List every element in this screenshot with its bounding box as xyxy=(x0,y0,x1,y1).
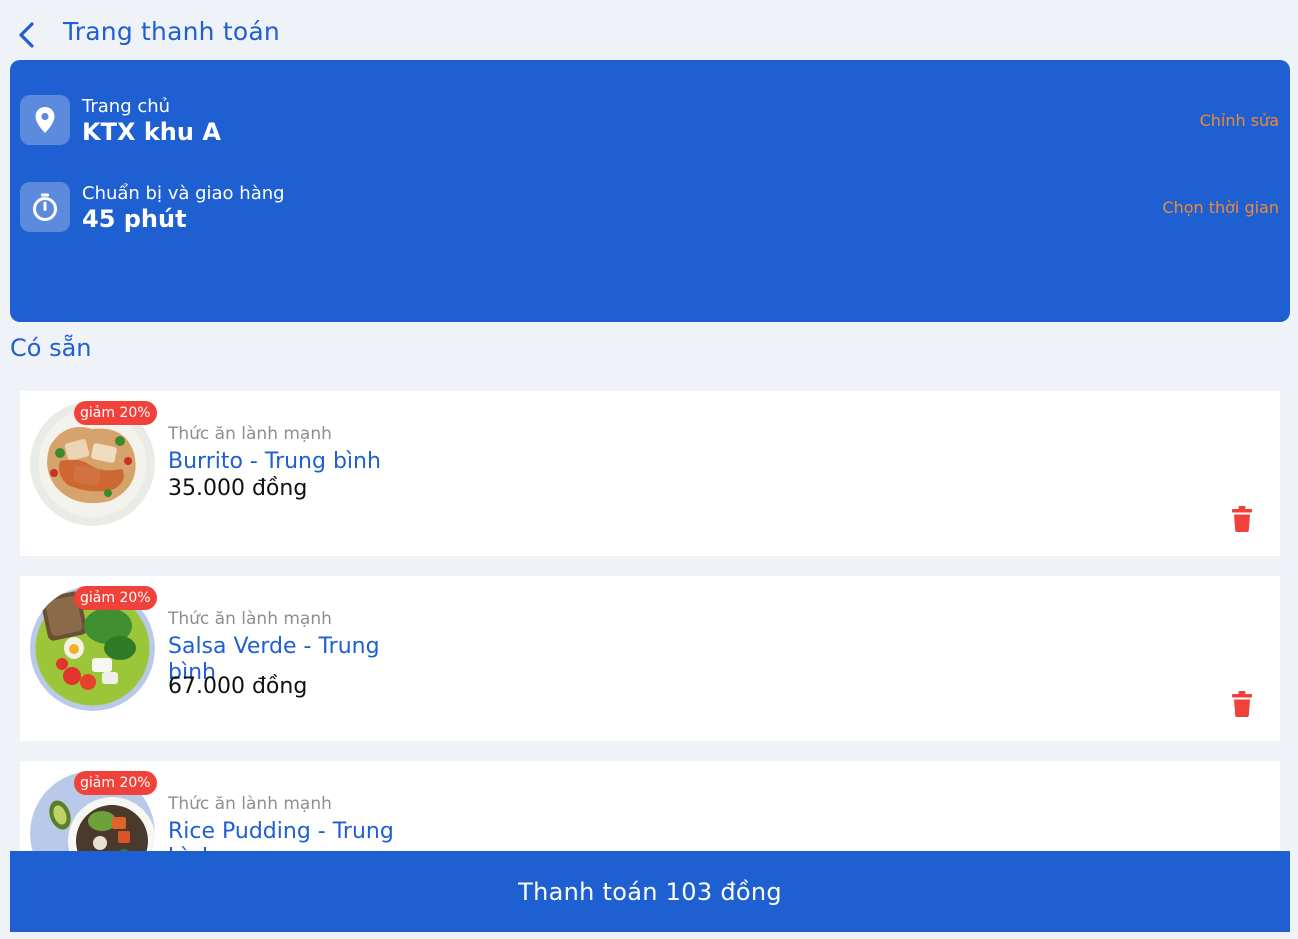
time-icon-box xyxy=(20,182,70,232)
delivery-info-card: Trang chủ KTX khu A Chỉnh sửa Chuẩn bị v… xyxy=(10,60,1290,322)
item-price: 67.000 đồng xyxy=(168,674,308,699)
delivery-address-row: Trang chủ KTX khu A Chỉnh sửa xyxy=(10,92,1290,152)
trash-icon xyxy=(1232,691,1252,717)
discount-badge: giảm 20% xyxy=(74,401,157,425)
item-price: 35.000 đồng xyxy=(168,476,308,501)
page-title: Trang thanh toán xyxy=(63,17,280,46)
time-value: 45 phút xyxy=(82,205,187,233)
section-title: Có sẵn xyxy=(10,334,92,362)
choose-time-link[interactable]: Chọn thời gian xyxy=(1162,198,1279,217)
back-button[interactable] xyxy=(14,20,42,50)
cart-item[interactable]: giảm 20% Thức ăn lành mạnh Burrito - Tru… xyxy=(20,391,1280,556)
cart-item[interactable]: giảm 20% Thức ăn lành mạnh Salsa Verde -… xyxy=(20,576,1280,741)
item-category: Thức ăn lành mạnh xyxy=(168,794,332,814)
discount-badge: giảm 20% xyxy=(74,771,157,795)
discount-badge: giảm 20% xyxy=(74,586,157,610)
address-icon-box xyxy=(20,95,70,145)
delete-item-button[interactable] xyxy=(1231,505,1253,533)
stopwatch-icon xyxy=(33,193,57,221)
address-value: KTX khu A xyxy=(82,118,221,146)
chevron-left-icon xyxy=(19,22,34,48)
delivery-time-row: Chuẩn bị và giao hàng 45 phút Chọn thời … xyxy=(10,179,1290,239)
time-label: Chuẩn bị và giao hàng xyxy=(82,183,285,204)
map-pin-icon xyxy=(35,107,55,133)
item-category: Thức ăn lành mạnh xyxy=(168,609,332,629)
item-name[interactable]: Burrito - Trung bình xyxy=(168,449,428,475)
edit-address-link[interactable]: Chỉnh sửa xyxy=(1200,111,1279,130)
checkout-label: Thanh toán 103 đồng xyxy=(518,877,782,906)
delete-item-button[interactable] xyxy=(1231,690,1253,718)
checkout-button[interactable]: Thanh toán 103 đồng xyxy=(10,851,1290,932)
item-category: Thức ăn lành mạnh xyxy=(168,424,332,444)
address-label: Trang chủ xyxy=(82,96,171,117)
top-bar: Trang thanh toán xyxy=(0,0,1298,60)
trash-icon xyxy=(1232,506,1252,532)
